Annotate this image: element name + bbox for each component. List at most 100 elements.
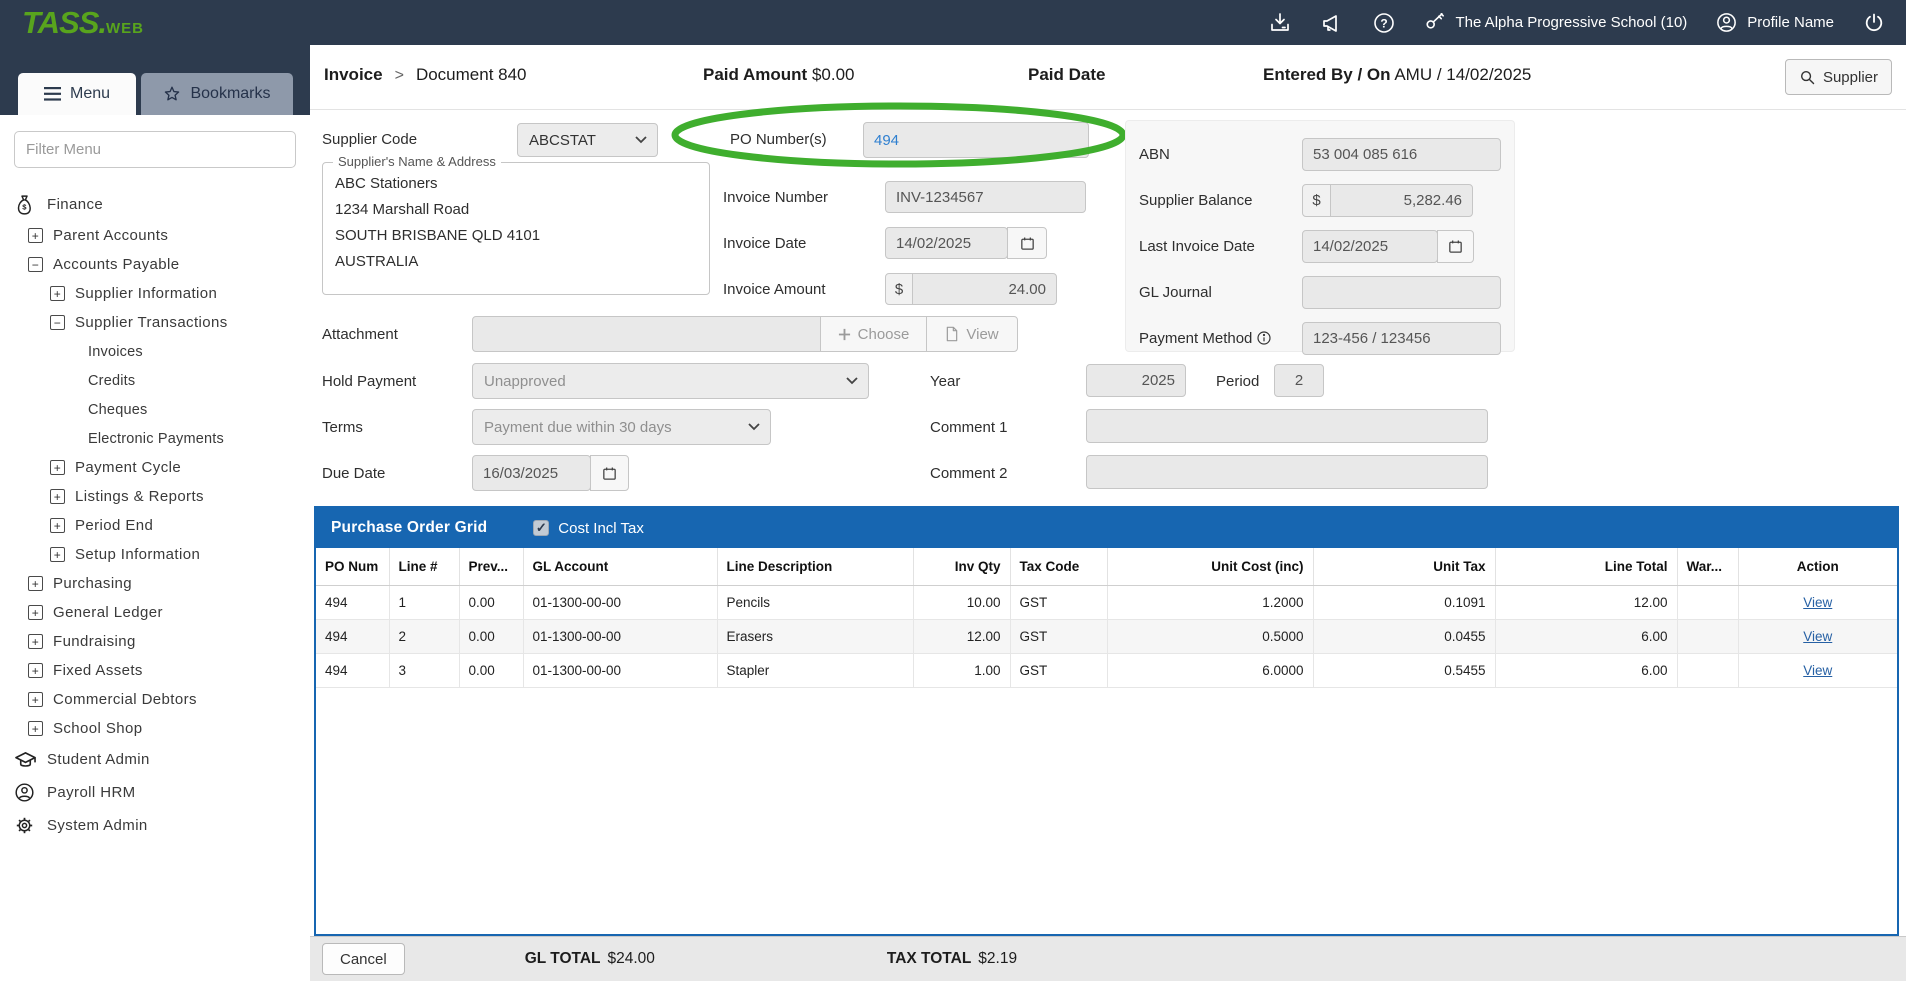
grid-header-bar: Purchase Order Grid ✓ Cost Incl Tax	[316, 508, 1897, 548]
terms-select[interactable]: Payment due within 30 days	[472, 409, 771, 445]
breadcrumb-invoice[interactable]: Invoice	[324, 65, 383, 84]
table-row: 494 1 0.00 01-1300-00-00 Pencils 10.00 G…	[316, 585, 1897, 619]
collapse-icon[interactable]	[28, 257, 43, 272]
supplier-balance-field: 5,282.46	[1330, 184, 1473, 217]
sidebar-item-payment-cycle[interactable]: Payment Cycle	[14, 453, 296, 482]
expand-icon[interactable]	[50, 460, 65, 475]
breadcrumb-separator: >	[383, 67, 416, 84]
cancel-button[interactable]: Cancel	[322, 943, 405, 975]
expand-icon[interactable]	[28, 228, 43, 243]
expand-icon[interactable]	[28, 605, 43, 620]
invoice-amount-field[interactable]: 24.00	[912, 273, 1057, 305]
expand-icon[interactable]	[28, 663, 43, 678]
po-number-field[interactable]: 494	[863, 122, 1089, 158]
invoice-date-calendar-button[interactable]	[1007, 227, 1047, 259]
expand-icon[interactable]	[50, 518, 65, 533]
help-icon[interactable]: ?	[1372, 11, 1396, 35]
expand-icon[interactable]	[50, 489, 65, 504]
col-inv-qty: Inv Qty	[913, 548, 1010, 585]
graduation-cap-icon	[14, 750, 38, 770]
sidebar-item-cheques[interactable]: Cheques	[14, 395, 296, 424]
expand-icon[interactable]	[28, 576, 43, 591]
invoice-number-field[interactable]: INV-1234567	[885, 181, 1086, 213]
hold-payment-label: Hold Payment	[322, 373, 416, 390]
sidebar-item-invoices[interactable]: Invoices	[14, 337, 296, 366]
sidebar-item-commercial-debtors[interactable]: Commercial Debtors	[14, 685, 296, 714]
sidebar: Menu Bookmarks $ Finance Parent Accounts…	[0, 45, 310, 981]
sidebar-item-system-admin[interactable]: System Admin	[14, 809, 296, 842]
sidebar-item-period-end[interactable]: Period End	[14, 511, 296, 540]
sidebar-item-finance[interactable]: $ Finance	[14, 188, 296, 221]
money-bag-icon: $	[14, 194, 38, 216]
sidebar-header: Menu Bookmarks	[0, 45, 310, 115]
sidebar-item-listings-reports[interactable]: Listings & Reports	[14, 482, 296, 511]
logout-power-icon[interactable]	[1862, 11, 1886, 35]
hold-payment-select[interactable]: Unapproved	[472, 363, 869, 399]
col-tax-code: Tax Code	[1010, 548, 1107, 585]
view-line-link[interactable]: View	[1803, 663, 1832, 678]
tab-menu[interactable]: Menu	[18, 73, 136, 115]
table-header-row: PO Num Line # Prev... GL Account Line De…	[316, 548, 1897, 585]
due-date-calendar-button[interactable]	[590, 455, 629, 491]
sidebar-item-general-ledger[interactable]: General Ledger	[14, 598, 296, 627]
invoice-date-field[interactable]: 14/02/2025	[885, 227, 1008, 259]
sidebar-item-payroll-hrm[interactable]: Payroll HRM	[14, 776, 296, 809]
announcements-icon[interactable]	[1320, 11, 1344, 35]
expand-icon[interactable]	[50, 286, 65, 301]
view-line-link[interactable]: View	[1803, 629, 1832, 644]
expand-icon[interactable]	[50, 547, 65, 562]
comment1-label: Comment 1	[930, 419, 1008, 436]
expand-icon[interactable]	[28, 721, 43, 736]
supplier-button[interactable]: Supplier	[1785, 59, 1892, 95]
filter-menu-input[interactable]	[14, 131, 296, 168]
year-field: 2025	[1086, 364, 1186, 397]
last-invoice-date-label: Last Invoice Date	[1139, 238, 1255, 255]
po-number-label: PO Number(s)	[730, 131, 827, 148]
sidebar-item-school-shop[interactable]: School Shop	[14, 714, 296, 743]
expand-icon[interactable]	[28, 692, 43, 707]
sidebar-item-credits[interactable]: Credits	[14, 366, 296, 395]
supplier-balance-label: Supplier Balance	[1139, 192, 1252, 209]
supplier-code-select[interactable]: ABCSTAT	[517, 123, 658, 157]
col-line-total: Line Total	[1495, 548, 1677, 585]
sidebar-item-supplier-transactions[interactable]: Supplier Transactions	[14, 308, 296, 337]
comment1-field[interactable]	[1086, 409, 1488, 443]
sidebar-item-fundraising[interactable]: Fundraising	[14, 627, 296, 656]
view-attachment-button[interactable]: View	[926, 316, 1018, 352]
sidebar-item-accounts-payable[interactable]: Accounts Payable	[14, 250, 296, 279]
plus-icon	[838, 328, 851, 341]
breadcrumb-document: Document 840	[416, 65, 527, 84]
cost-incl-tax-toggle[interactable]: ✓ Cost Incl Tax	[533, 520, 644, 537]
checkbox-checked-icon[interactable]: ✓	[533, 520, 549, 536]
person-circle-icon	[14, 782, 38, 803]
logo-text: TASS.	[22, 5, 106, 41]
sidebar-item-student-admin[interactable]: Student Admin	[14, 743, 296, 776]
attachment-field[interactable]	[472, 316, 821, 352]
comment2-field[interactable]	[1086, 455, 1488, 489]
school-switcher[interactable]: The Alpha Progressive School (10)	[1424, 11, 1688, 34]
info-icon[interactable]	[1256, 330, 1272, 350]
due-date-field[interactable]: 16/03/2025	[472, 455, 591, 491]
sidebar-item-electronic-payments[interactable]: Electronic Payments	[14, 424, 296, 453]
sidebar-item-setup-information[interactable]: Setup Information	[14, 540, 296, 569]
svg-text:$: $	[22, 202, 27, 211]
hamburger-icon	[44, 87, 61, 101]
profile-menu[interactable]: Profile Name	[1715, 11, 1834, 34]
svg-text:?: ?	[1380, 16, 1387, 30]
expand-icon[interactable]	[28, 634, 43, 649]
chevron-down-icon	[748, 423, 760, 431]
sidebar-item-supplier-information[interactable]: Supplier Information	[14, 279, 296, 308]
terms-label: Terms	[322, 419, 363, 436]
sidebar-item-fixed-assets[interactable]: Fixed Assets	[14, 656, 296, 685]
sidebar-item-purchasing[interactable]: Purchasing	[14, 569, 296, 598]
payment-method-label: Payment Method	[1139, 330, 1272, 350]
tab-bookmarks[interactable]: Bookmarks	[141, 73, 293, 115]
sidebar-item-parent-accounts[interactable]: Parent Accounts	[14, 221, 296, 250]
download-icon[interactable]	[1268, 11, 1292, 35]
comment2-label: Comment 2	[930, 465, 1008, 482]
last-invoice-date-calendar-button[interactable]	[1437, 230, 1474, 263]
tass-web-logo[interactable]: TASS. WEB	[22, 5, 144, 41]
view-line-link[interactable]: View	[1803, 595, 1832, 610]
collapse-icon[interactable]	[50, 315, 65, 330]
choose-attachment-button[interactable]: Choose	[820, 316, 927, 352]
